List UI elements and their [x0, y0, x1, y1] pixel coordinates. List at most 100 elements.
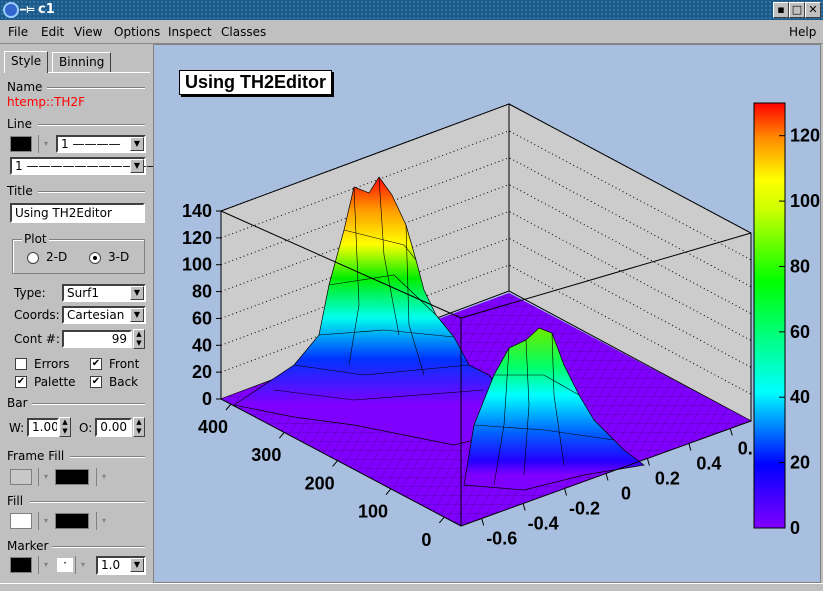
x-tick: [729, 428, 733, 436]
coords-select[interactable]: Cartesian ▼: [62, 306, 146, 324]
palette-tick-label: 0: [790, 518, 800, 538]
tab-binning[interactable]: Binning: [52, 52, 112, 72]
menu-file[interactable]: File: [8, 25, 28, 39]
z-tick-label: 40: [192, 335, 212, 355]
frame-fill-pattern-dropdown[interactable]: ▾: [96, 468, 106, 486]
bar-offset-label: O:: [79, 421, 93, 435]
pin-icon[interactable]: ━⊨: [20, 5, 35, 16]
editor-panel: Style Binning Name htemp::TH2F Line ▾ 1 …: [2, 46, 158, 580]
menu-help[interactable]: Help: [789, 25, 816, 39]
fill-pattern-swatch[interactable]: [55, 513, 89, 529]
palette-tick-label: 40: [790, 387, 810, 407]
marker-style-swatch[interactable]: ·: [56, 557, 74, 573]
maximize-button[interactable]: □: [789, 2, 805, 18]
bar-width-spinner[interactable]: ▲ ▼: [59, 417, 71, 437]
line-color-swatch[interactable]: [10, 136, 32, 152]
minimize-button[interactable]: ▪: [773, 2, 789, 18]
title-label: Title: [7, 184, 33, 198]
palette-checkbox[interactable]: ✔: [15, 376, 27, 388]
x-tick-label: -0.2: [569, 499, 600, 519]
frame-fill-color-swatch[interactable]: [10, 469, 32, 485]
z-tick-label: 140: [182, 201, 212, 221]
marker-size-select[interactable]: 1.0 ▼: [96, 556, 146, 575]
bar-width-label: W:: [9, 421, 25, 435]
surface-plot: 020406080100120140 4003002001000 -0.6-0.…: [182, 102, 820, 550]
bar-offset-input[interactable]: 0.00: [95, 418, 132, 437]
y-tick: [278, 431, 285, 439]
palette-tick-label: 60: [790, 322, 810, 342]
menu-classes[interactable]: Classes: [221, 25, 266, 39]
line-color-dropdown[interactable]: ▾: [38, 135, 48, 153]
radio-2d-label: 2-D: [46, 250, 68, 264]
frame-fill-color-dropdown[interactable]: ▾: [38, 468, 48, 486]
cont-label: Cont #:: [14, 332, 60, 346]
title-bar: ━⊨ c1 ▪ □ ✕: [0, 0, 823, 20]
chevron-down-icon[interactable]: ▼: [130, 137, 144, 151]
x-tick: [522, 503, 526, 511]
menu-inspect[interactable]: Inspect: [168, 25, 212, 39]
y-tick: [385, 488, 392, 495]
name-label: Name: [7, 80, 43, 94]
plot-canvas[interactable]: 0 20 40 60 80 100 120 140 400 300 200 100 0 -0.6 -0.…: [153, 44, 821, 583]
marker-color-dropdown[interactable]: ▾: [38, 556, 48, 574]
fill-pattern-dropdown[interactable]: ▾: [96, 512, 106, 530]
x-tick-label: 0: [621, 484, 631, 504]
marker-style-dropdown[interactable]: ▾: [75, 556, 85, 574]
y-tick-label: 100: [358, 502, 388, 522]
x-tick-label: -0.4: [528, 514, 559, 534]
z-tick-label: 60: [192, 308, 212, 328]
front-checkbox[interactable]: ✔: [90, 358, 102, 370]
chevron-down-icon[interactable]: ▼: [130, 159, 144, 173]
menu-edit[interactable]: Edit: [41, 25, 64, 39]
menu-view[interactable]: View: [74, 25, 102, 39]
window-title: c1: [38, 2, 55, 17]
bar-width-input[interactable]: 1.00: [27, 418, 59, 437]
chevron-down-icon[interactable]: ▼: [130, 558, 144, 572]
color-palette[interactable]: [753, 102, 786, 529]
frame-fill-pattern-swatch[interactable]: [55, 469, 89, 485]
radio-3d[interactable]: [89, 252, 101, 264]
line-style-select[interactable]: 1 ——————————— ▼: [10, 157, 158, 175]
cont-spinner[interactable]: ▲ ▼: [133, 329, 145, 349]
plot-title[interactable]: Using TH2Editor: [179, 70, 333, 95]
palette-label: Palette: [34, 375, 76, 389]
x-tick: [481, 518, 485, 526]
y-tick-label: 300: [251, 445, 281, 465]
fill-color-swatch[interactable]: [10, 513, 32, 529]
menu-bar: File Edit View Options Inspect Classes H…: [0, 20, 823, 44]
radio-2d[interactable]: [27, 252, 39, 264]
errors-label: Errors: [34, 357, 70, 371]
chevron-down-icon[interactable]: ▼: [130, 286, 144, 300]
root-app-icon: [3, 2, 19, 18]
y-tick: [438, 516, 445, 524]
fill-color-dropdown[interactable]: ▾: [38, 512, 48, 530]
menu-options[interactable]: Options: [114, 25, 160, 39]
bar-label: Bar: [7, 396, 28, 410]
back-checkbox[interactable]: ✔: [90, 376, 102, 388]
errors-checkbox[interactable]: [15, 358, 27, 370]
marker-label: Marker: [7, 539, 49, 553]
cont-input[interactable]: 99: [62, 330, 132, 348]
z-tick-label: 120: [182, 228, 212, 248]
marker-color-swatch[interactable]: [10, 557, 32, 573]
y-tick: [225, 403, 232, 411]
z-axis: 0 20 40 60 80 100 120 140: [182, 201, 221, 409]
palette-tick-label: 100: [790, 191, 820, 211]
coords-label: Coords:: [14, 308, 60, 322]
close-button[interactable]: ✕: [805, 2, 821, 18]
type-select[interactable]: Surf1 ▼: [62, 284, 146, 302]
tab-style[interactable]: Style: [4, 51, 49, 73]
status-bar: [0, 583, 823, 591]
x-tick-label: 0.2: [655, 469, 680, 489]
bar-offset-spinner[interactable]: ▲ ▼: [133, 417, 145, 437]
line-width-select[interactable]: 1 ———— ▼: [56, 135, 146, 153]
y-tick-label: 200: [305, 473, 335, 493]
z-tick-label: 20: [192, 362, 212, 382]
y-tick-label: 400: [198, 417, 228, 437]
type-label: Type:: [14, 286, 46, 300]
front-label: Front: [109, 357, 140, 371]
chevron-down-icon[interactable]: ▼: [130, 308, 144, 322]
palette-tick-label: 80: [790, 256, 810, 276]
palette-tick-label: 120: [790, 126, 820, 146]
title-input[interactable]: Using TH2Editor: [10, 203, 145, 223]
